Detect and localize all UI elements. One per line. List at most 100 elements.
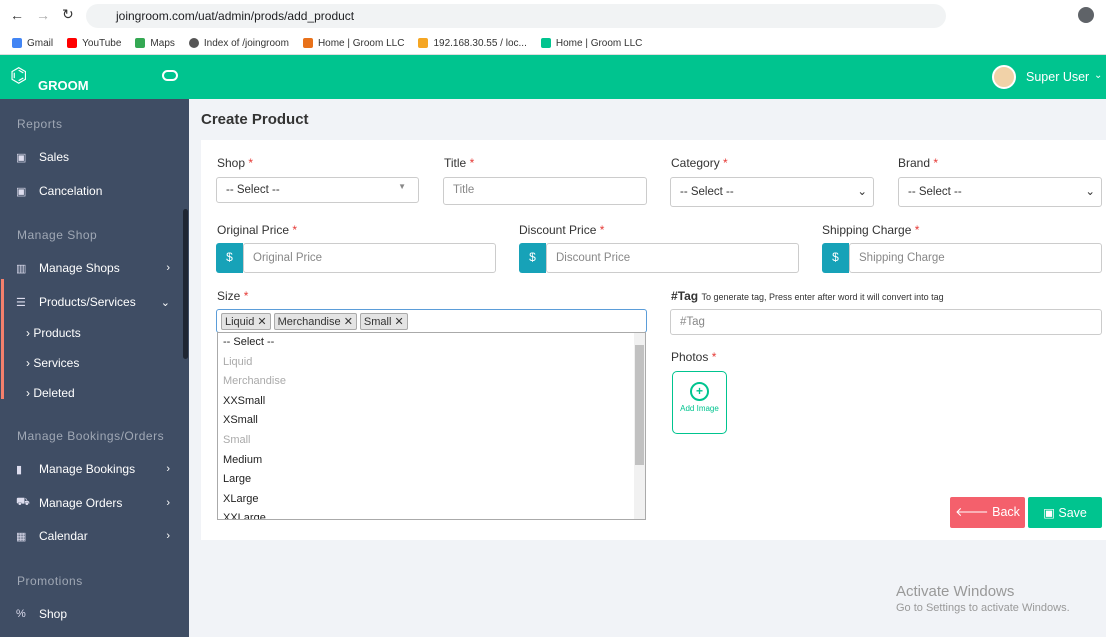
money-icon: ▣ [16,185,27,198]
remove-tag-icon[interactable]: ✕ [394,316,403,328]
money-icon: ▣ [16,151,27,164]
brand-select[interactable]: -- Select -- ⌄ [898,177,1102,207]
user-name[interactable]: Super User [1026,70,1089,84]
forward-arrow-icon[interactable]: → [36,7,50,23]
shipping-charge-input[interactable]: Shipping Charge [849,243,1102,273]
shop-label: Shop * [217,156,254,170]
save-icon: ▣ [1043,506,1055,520]
chevron-right-icon: › [166,497,170,509]
bookmark-label: Home | Groom LLC [555,37,643,49]
building-icon: ▥ [16,262,27,275]
chevron-down-icon: ⌄ [160,296,170,309]
shop-select[interactable]: -- Select -- ▼ [216,177,419,203]
bookmark[interactable]: YouTube [67,35,121,51]
app-header: ⌬ GROOM Super User ⌄ [0,55,1106,99]
remove-tag-icon[interactable]: ✕ [257,316,266,328]
size-option[interactable]: XLarge [218,490,645,510]
tag-input[interactable]: #Tag [670,309,1102,335]
bookmark[interactable]: Index of /joingroom [188,35,289,51]
bookmark-label: YouTube [82,37,122,49]
sidebar-toggle-icon[interactable] [162,70,178,81]
sidebar-item-label: Cancelation [39,184,103,198]
watermark-title: Activate Windows [896,583,1015,600]
truck-icon: ⛟ [16,496,30,508]
profile-icon[interactable] [1078,7,1094,23]
save-button[interactable]: ▣ Save [1028,497,1102,528]
bookmark-label: Gmail [27,37,54,49]
size-option[interactable]: Small [218,431,645,451]
size-option[interactable]: XSmall [218,411,645,431]
dollar-addon: $ [822,243,849,273]
category-select[interactable]: -- Select -- ⌄ [670,177,874,207]
subitem-label: Products [33,326,81,340]
sidebar-item-label: Calendar [39,529,88,543]
title-input[interactable]: Title [443,177,647,205]
bookmark[interactable]: Maps [135,35,175,51]
bookmark[interactable]: Gmail [12,35,53,51]
dollar-addon: $ [519,243,546,273]
size-option[interactable]: -- Select -- [218,333,645,353]
discount-price-label: Discount Price * [519,223,605,237]
remove-tag-icon[interactable]: ✕ [344,316,353,328]
add-image-button[interactable]: + Add Image [672,371,727,434]
sidebar-item-calendar[interactable]: ▦ Calendar › [16,529,176,543]
dropdown-scrollbar[interactable] [634,333,645,519]
chevron-right-icon: › [166,463,170,475]
list-icon: ☰ [16,296,26,309]
sidebar-item-sales[interactable]: ▣ Sales [16,150,176,164]
sidebar-item-shop[interactable]: % Shop [16,607,176,621]
category-label: Category * [671,156,728,170]
size-option[interactable]: Liquid [218,353,645,373]
section-bookings-orders: Manage Bookings/Orders [17,429,165,443]
bookmark-label: Maps [150,37,175,49]
chevron-down-icon[interactable]: ⌄ [1094,70,1102,81]
chevron-right-icon: › [166,262,170,274]
size-multiselect[interactable]: Liquid ✕ Merchandise ✕ Small ✕ [216,309,647,333]
add-image-label: Add Image [680,404,719,413]
bookmark[interactable]: Home | Groom LLC [540,35,643,51]
reload-icon[interactable]: ↻ [62,6,74,23]
subitem-label: Deleted [33,386,75,400]
sidebar-subitem-products[interactable]: › Products [26,326,81,340]
sidebar-item-manage-shops[interactable]: ▥ Manage Shops › [16,261,176,275]
size-option[interactable]: Merchandise [218,372,645,392]
size-option[interactable]: Large [218,470,645,490]
photos-label: Photos * [671,350,717,364]
size-label: Size * [217,289,249,303]
sidebar-item-manage-orders[interactable]: ⛟ Manage Orders › [16,496,176,510]
sidebar-subitem-services[interactable]: › Services [26,356,79,370]
sidebar: Reports ▣ Sales ▣ Cancelation Manage Shop … [0,99,189,637]
tag-label: #Tag To generate tag, Press enter after … [671,289,944,303]
sidebar-item-label: Products/Services [39,295,136,309]
plus-circle-icon: + [690,382,709,401]
discount-price-input[interactable]: Discount Price [546,243,799,273]
section-reports: Reports [17,117,63,131]
sidebar-item-products-services[interactable]: ☰ Products/Services ⌄ [16,295,176,309]
sidebar-item-label: Sales [39,150,70,164]
address-bar[interactable]: joingroom.com/uat/admin/prods/add_produc… [86,4,946,28]
size-option[interactable]: XXLarge [218,509,645,519]
sidebar-item-manage-bookings[interactable]: ▮ Manage Bookings › [16,462,176,476]
sidebar-item-cancelation[interactable]: ▣ Cancelation [16,184,176,198]
avatar[interactable] [992,65,1016,89]
size-option[interactable]: Medium [218,451,645,471]
subitem-label: Services [33,356,80,370]
back-arrow-icon[interactable]: ← [10,7,24,23]
sidebar-scrollbar[interactable] [183,209,188,359]
sidebar-item-label: Manage Shops [39,261,120,275]
size-option[interactable]: XXSmall [218,392,645,412]
browser-toolbar: ← → ↻ joingroom.com/uat/admin/prods/add_… [0,0,1106,32]
groom-logo-icon: ⌬ [10,65,28,87]
bookmark[interactable]: Home | Groom LLC [302,35,405,51]
bookmark-label: Home | Groom LLC [317,37,405,49]
calendar-icon: ▦ [16,530,27,543]
bookmark-icon: ▮ [16,463,23,476]
section-promotions: Promotions [17,574,83,588]
dollar-addon: $ [216,243,243,273]
bookmark[interactable]: 192.168.30.55 / loc... [418,35,527,51]
watermark-subtitle: Go to Settings to activate Windows. [896,602,1070,614]
bookmarks-bar: Gmail YouTube Maps Index of /joingroom H… [0,32,1106,55]
back-button[interactable]: 🡐 Back [950,497,1025,528]
sidebar-subitem-deleted[interactable]: › Deleted [26,386,75,400]
original-price-input[interactable]: Original Price [243,243,496,273]
